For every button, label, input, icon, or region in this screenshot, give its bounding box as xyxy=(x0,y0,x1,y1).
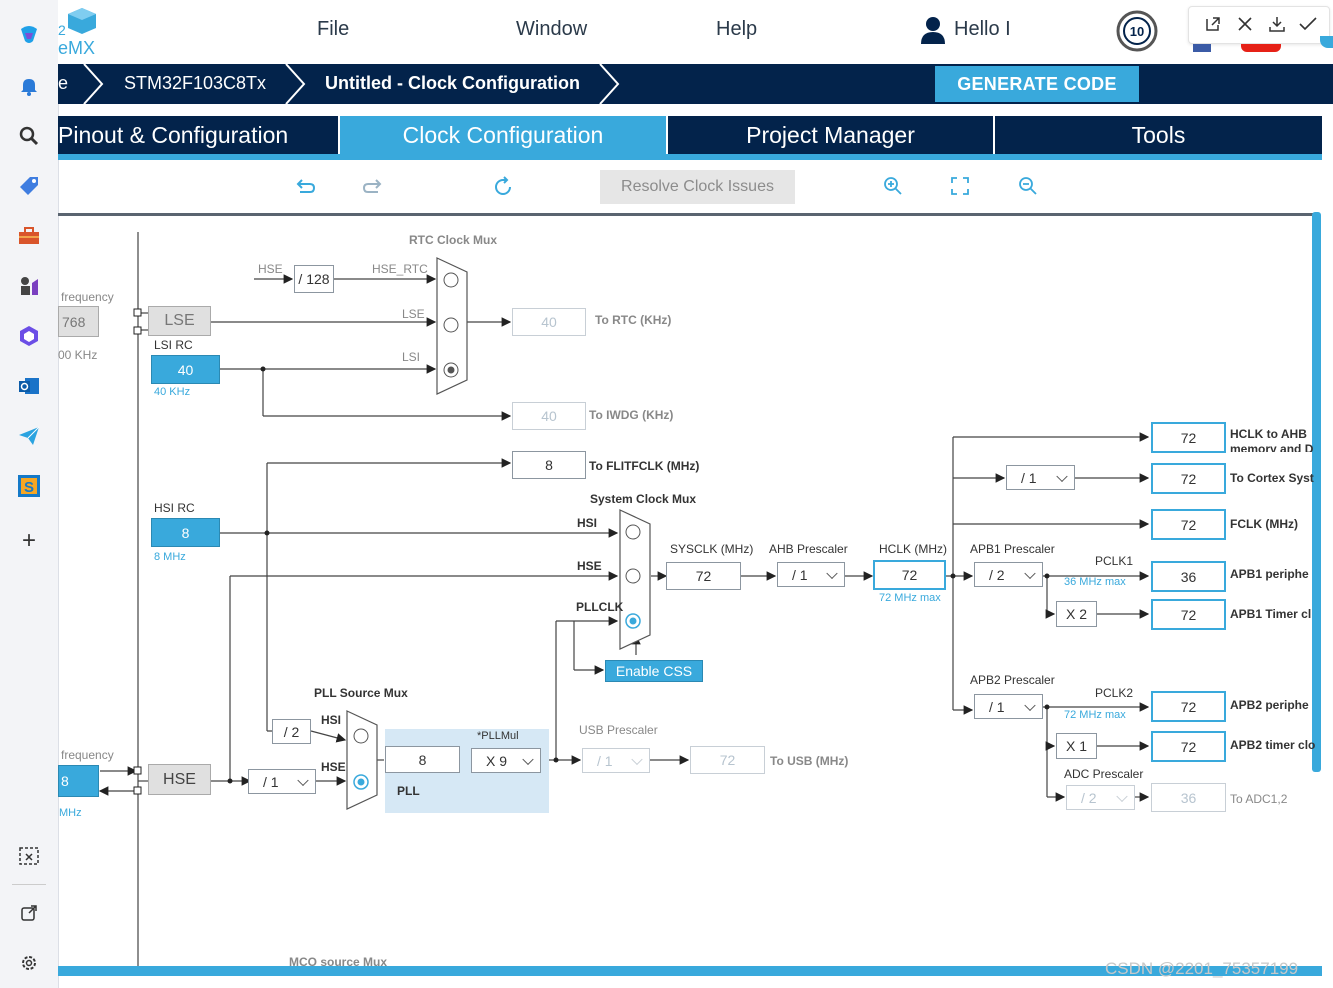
lse-box[interactable]: LSE xyxy=(148,306,211,336)
hse-box[interactable]: HSE xyxy=(148,764,211,795)
enable-css-button[interactable]: Enable CSS xyxy=(605,660,703,682)
hse-frequency-input[interactable]: 8 xyxy=(58,765,99,797)
apb2-timer-multiplier: X 1 xyxy=(1056,733,1097,759)
to-usb-label: To USB (MHz) xyxy=(770,754,849,768)
apb2-prescaler-label: APB2 Prescaler xyxy=(970,673,1055,687)
pclk2-max-label: 72 MHz max xyxy=(1064,709,1126,721)
hsi-pll-divider: / 2 xyxy=(272,719,311,744)
apb2-timer-output[interactable]: 72 xyxy=(1151,731,1226,762)
apb1-timer-output[interactable]: 72 xyxy=(1151,599,1226,630)
apb1-timer-multiplier: X 2 xyxy=(1056,601,1097,627)
ahb-prescaler-label: AHB Prescaler xyxy=(769,542,848,556)
lsi-input-label: LSI xyxy=(402,350,421,364)
pclk2-label: PCLK2 xyxy=(1095,686,1134,700)
adc-prescaler-label: ADC Prescaler xyxy=(1064,767,1144,781)
pll-label: PLL xyxy=(397,784,420,798)
apb2-peripheral-label: APB2 periphe xyxy=(1230,698,1309,712)
apb1-prescaler-select[interactable]: / 2 xyxy=(974,562,1043,587)
pll-source-mux-title: PLL Source Mux xyxy=(314,686,408,700)
system-clock-mux-title: System Clock Mux xyxy=(590,492,697,506)
hsi-rc-value: 8 xyxy=(151,518,220,547)
sysmux-hse-label: HSE xyxy=(577,559,602,573)
apb2-timer-label: APB2 timer clo xyxy=(1230,738,1316,752)
usb-prescaler-value: / 1 xyxy=(597,752,613,769)
apb2-prescaler-select[interactable]: / 1 xyxy=(974,694,1043,719)
hclk-ahb-sublabel: memory and D xyxy=(1230,442,1314,452)
pll-input-value: 8 xyxy=(385,746,460,773)
lsi-rc-value: 40 xyxy=(151,355,220,384)
hsi-mhz-label: 8 MHz xyxy=(154,551,186,563)
hse-rtc-label: HSE_RTC xyxy=(372,262,428,276)
apb1-prescaler-value: / 2 xyxy=(989,566,1005,583)
chevron-down-icon xyxy=(1024,699,1036,711)
sysclk-value[interactable]: 72 xyxy=(666,562,741,590)
hsi-rc-label: HSI RC xyxy=(154,501,195,515)
pllmul-label: *PLLMul xyxy=(477,730,519,742)
to-rtc-value: 40 xyxy=(512,308,586,336)
pclk1-label: PCLK1 xyxy=(1095,554,1134,568)
hse-frequency-label: frequency xyxy=(61,748,114,762)
cortex-prescaler-value: / 1 xyxy=(1021,469,1037,486)
apb1-peripheral-output[interactable]: 36 xyxy=(1151,561,1226,592)
flitfclk-value: 8 xyxy=(512,451,586,479)
to-rtc-label: To RTC (KHz) xyxy=(595,313,672,327)
cortex-timer-output[interactable]: 72 xyxy=(1151,463,1226,494)
to-iwdg-value: 40 xyxy=(512,402,586,430)
adc-label: To ADC1,2 xyxy=(1230,792,1288,806)
lse-frequency-label: frequency xyxy=(61,290,114,304)
ahb-prescaler-select[interactable]: / 1 xyxy=(777,562,845,587)
ahb-prescaler-value: / 1 xyxy=(792,566,808,583)
cortex-prescaler-select[interactable]: / 1 xyxy=(1006,465,1075,490)
fclk-output[interactable]: 72 xyxy=(1151,509,1226,540)
adc-prescaler-value: / 2 xyxy=(1081,789,1097,806)
rtc-divider-128[interactable]: / 128 xyxy=(294,265,334,293)
sysmux-pllclk-label: PLLCLK xyxy=(576,600,624,614)
apb2-peripheral-output[interactable]: 72 xyxy=(1151,691,1226,722)
adc-output: 36 xyxy=(1151,783,1226,812)
hclk-max-label: 72 MHz max xyxy=(879,592,941,604)
to-iwdg-label: To IWDG (KHz) xyxy=(589,408,674,422)
sysclk-label: SYSCLK (MHz) xyxy=(670,542,754,556)
chevron-down-icon xyxy=(1056,470,1068,482)
chevron-down-icon xyxy=(297,774,309,786)
usb-prescaler-label: USB Prescaler xyxy=(579,723,658,737)
chevron-down-icon xyxy=(631,753,643,765)
chevron-down-icon xyxy=(1024,567,1036,579)
apb2-prescaler-value: / 1 xyxy=(989,698,1005,715)
mco-source-mux-label: MCO source Mux xyxy=(289,955,388,969)
hse-rtc-source-label: HSE xyxy=(258,262,283,276)
pllmul-value: X 9 xyxy=(486,752,508,769)
pllmux-hse-label: HSE xyxy=(321,760,346,774)
hclk-ahb-output[interactable]: 72 xyxy=(1151,422,1226,453)
apb1-timer-label: APB1 Timer cl xyxy=(1230,607,1312,621)
lsi-khz-label: 40 KHz xyxy=(154,386,191,398)
watermark: CSDN @2201_75357199 xyxy=(1105,959,1299,978)
hclk-value[interactable]: 72 xyxy=(873,560,946,590)
to-flitfclk-label: To FLITFCLK (MHz) xyxy=(589,459,700,473)
lse-khz-label: 00 KHz xyxy=(58,348,98,362)
hse-prediv-value: / 1 xyxy=(263,773,279,790)
usb-output-value: 72 xyxy=(690,746,765,774)
rtc-mux-title: RTC Clock Mux xyxy=(409,233,498,247)
sysmux-hsi-label: HSI xyxy=(577,516,598,530)
adc-prescaler-select[interactable]: / 2 xyxy=(1066,785,1135,810)
pllmux-hsi-label: HSI xyxy=(321,713,342,727)
chevron-down-icon xyxy=(826,567,838,579)
chevron-down-icon xyxy=(522,753,534,765)
hse-mhz-label: MHz xyxy=(59,807,82,819)
cortex-timer-label: To Cortex Syst xyxy=(1230,471,1314,485)
usb-prescaler-select[interactable]: / 1 xyxy=(582,748,650,773)
hse-prediv-select[interactable]: / 1 xyxy=(248,769,316,794)
pclk1-max-label: 36 MHz max xyxy=(1064,576,1126,588)
lse-frequency-input[interactable]: 768 xyxy=(58,306,99,337)
apb1-peripheral-label: APB1 periphe xyxy=(1230,567,1309,581)
pllmul-select[interactable]: X 9 xyxy=(471,748,541,773)
hclk-ahb-label: HCLK to AHB xyxy=(1230,427,1307,441)
lse-input-label: LSE xyxy=(402,307,425,321)
apb1-prescaler-label: APB1 Prescaler xyxy=(970,542,1055,556)
hclk-label: HCLK (MHz) xyxy=(879,542,947,556)
chevron-down-icon xyxy=(1116,790,1128,802)
lsi-rc-label: LSI RC xyxy=(154,338,193,352)
fclk-label: FCLK (MHz) xyxy=(1230,517,1298,531)
